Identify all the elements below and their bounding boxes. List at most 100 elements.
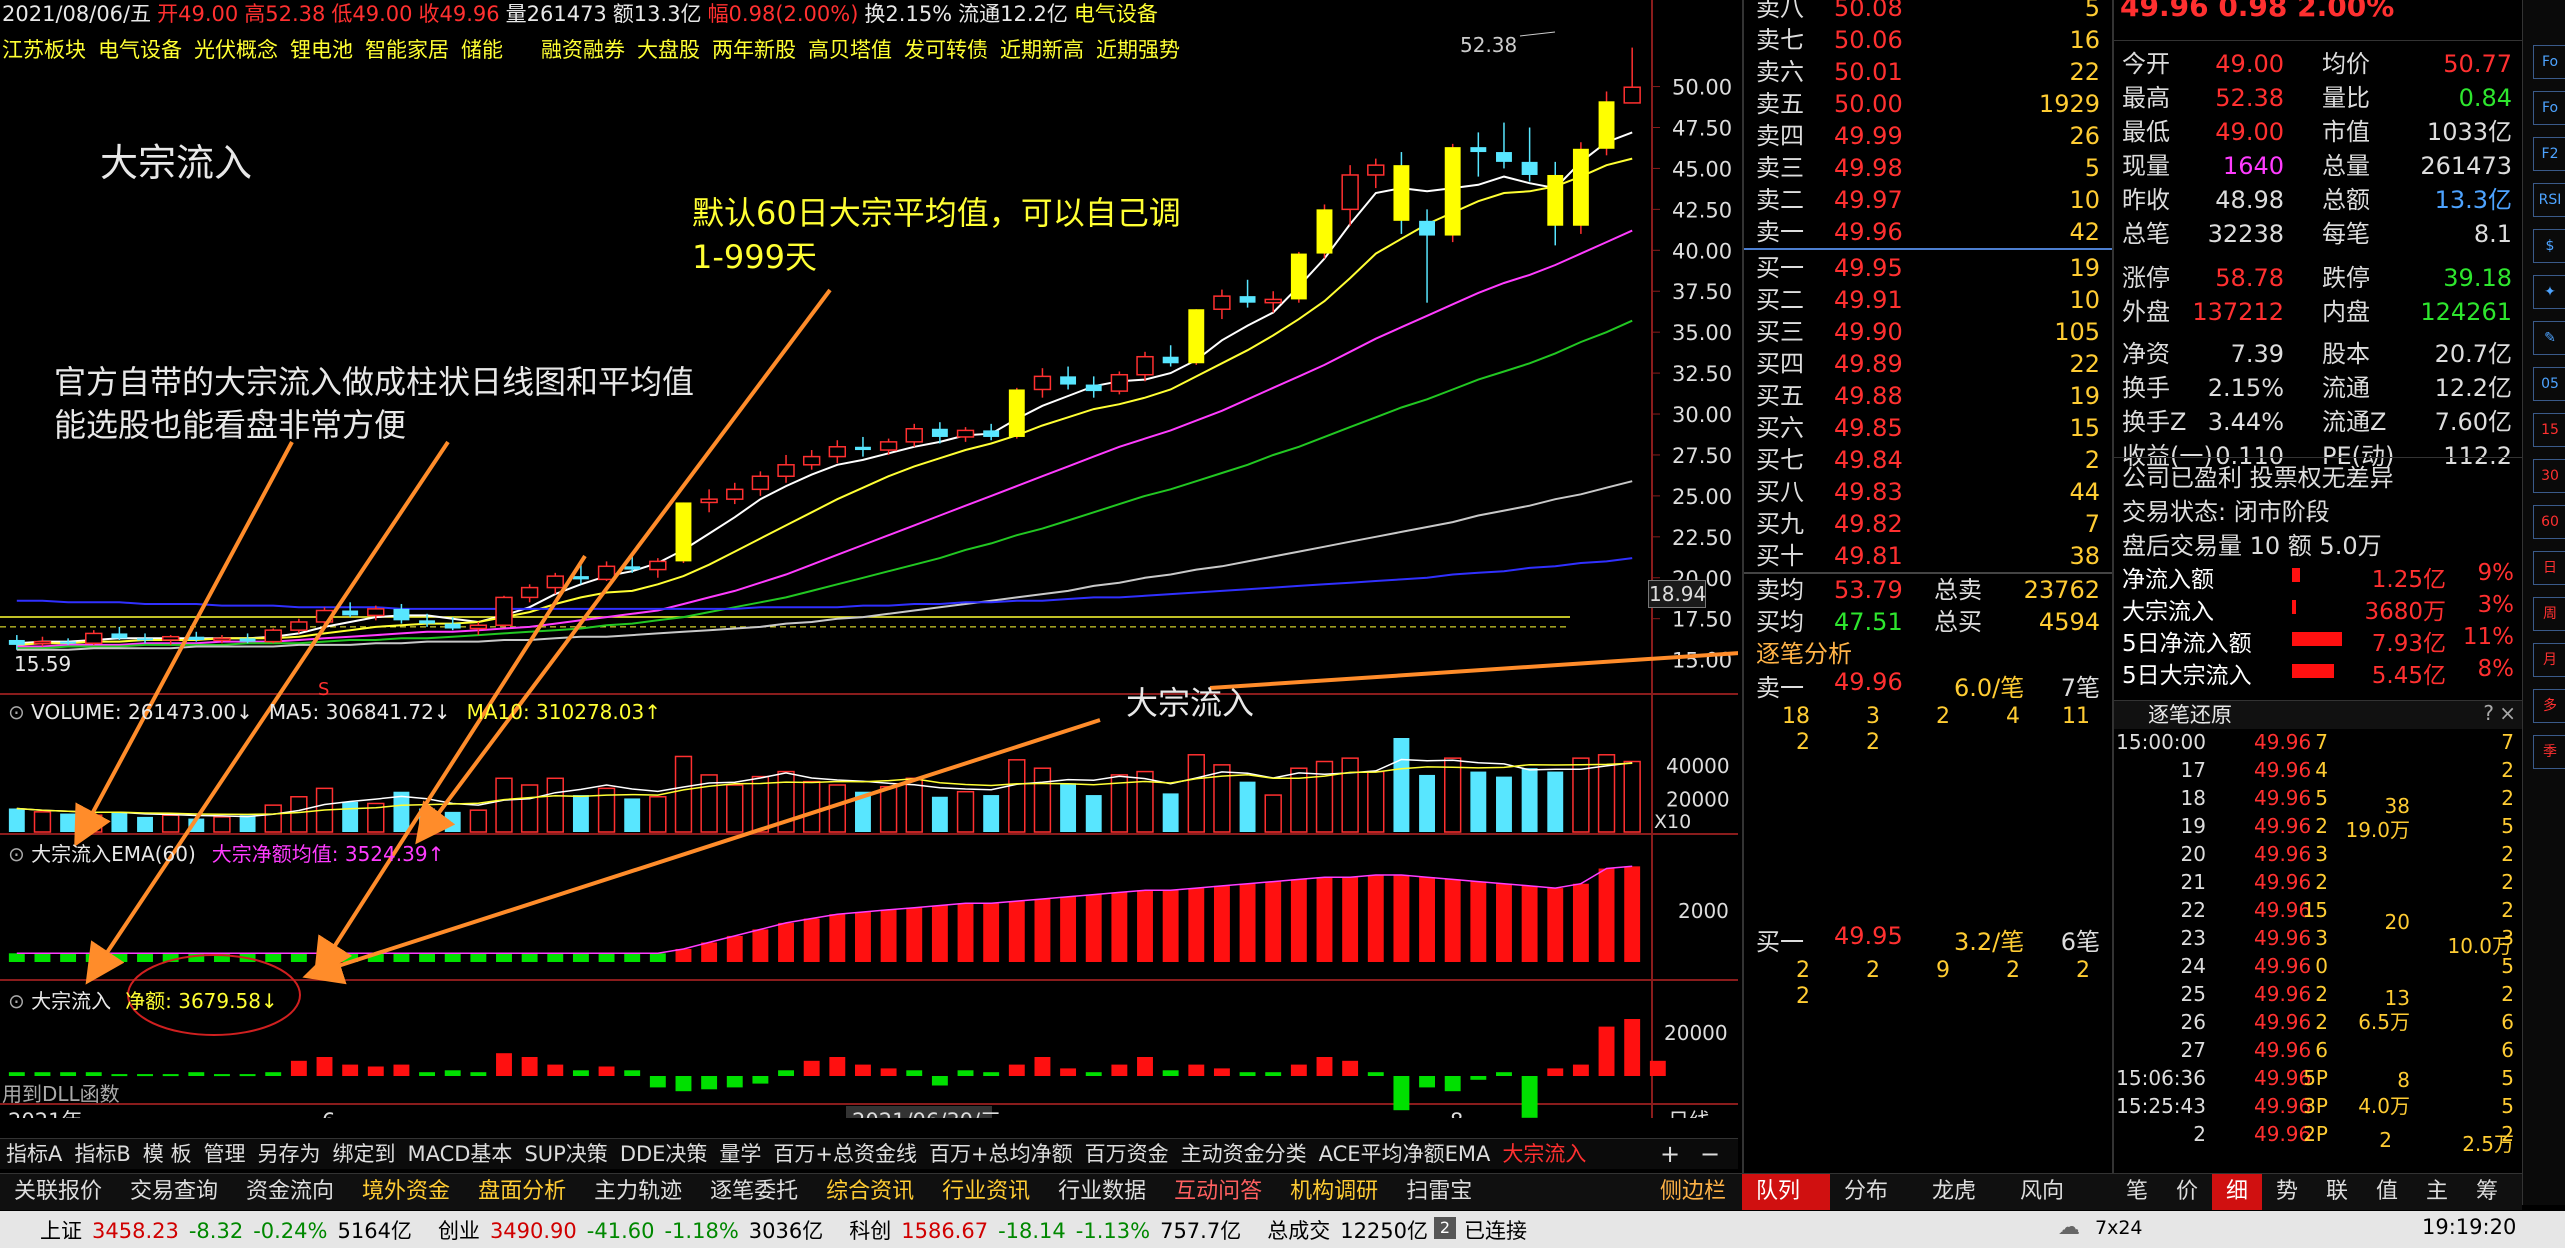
level-price: 49.82 bbox=[1834, 510, 1903, 538]
tool-icon[interactable]: $ bbox=[2533, 229, 2565, 263]
bottom-tab[interactable]: 资金流向 bbox=[232, 1174, 348, 1210]
tool-icon[interactable]: 月 bbox=[2533, 643, 2565, 677]
order-book-row[interactable]: 买十 49.81 38 bbox=[1744, 540, 2112, 572]
net-bar bbox=[778, 1070, 794, 1076]
close-icon[interactable]: × bbox=[2499, 701, 2516, 725]
tool-icon[interactable]: Fo bbox=[2533, 91, 2565, 125]
queue-price: 49.96 bbox=[1834, 668, 1903, 696]
bottom-tab[interactable]: 综合资讯 bbox=[812, 1174, 928, 1210]
indicator-tab[interactable]: 管理 bbox=[197, 1139, 251, 1169]
indicator-tab[interactable]: 百万+总资金线 bbox=[767, 1139, 923, 1169]
tick-panel-title[interactable]: 逐笔还原 bbox=[2148, 701, 2232, 729]
indicator-tab[interactable]: SUP决策 bbox=[518, 1139, 613, 1169]
order-book-row[interactable]: 买四 49.89 22 bbox=[1744, 348, 2112, 380]
tool-icon[interactable]: ✦ bbox=[2533, 275, 2565, 309]
tool-icon[interactable]: Fo bbox=[2533, 45, 2565, 79]
order-book-row[interactable]: 买七 49.84 2 bbox=[1744, 444, 2112, 476]
order-book-row[interactable]: 买八 49.83 44 bbox=[1744, 476, 2112, 508]
bottom-tab[interactable]: 关联报价 bbox=[0, 1174, 116, 1210]
kline-chart[interactable]: 2021/08/06/五 开49.00 高52.38 低49.00 收49.96 量261… bbox=[0, 0, 1738, 1118]
info-tab[interactable]: 势 bbox=[2262, 1174, 2312, 1210]
indicator-tab[interactable]: ACE平均净额EMA bbox=[1313, 1139, 1497, 1169]
chart-canvas[interactable]: 50.00 47.50 45.00 42.50 40.00 37.50 35.00 32.50… bbox=[0, 0, 1738, 1118]
order-book-row[interactable]: 卖七 50.06 16 bbox=[1744, 24, 2112, 56]
bottom-tab[interactable]: 交易查询 bbox=[116, 1174, 232, 1210]
order-book-row[interactable]: 卖二 49.97 10 bbox=[1744, 184, 2112, 216]
tool-icon[interactable]: 周 bbox=[2533, 597, 2565, 631]
order-book-row[interactable]: 买一 49.95 19 bbox=[1744, 252, 2112, 284]
tab-add-button[interactable]: + bbox=[1660, 1139, 1680, 1169]
order-book-row[interactable]: 买五 49.88 19 bbox=[1744, 380, 2112, 412]
depth-tab[interactable]: 龙虎 bbox=[1918, 1174, 2006, 1210]
indicator-tab[interactable]: MACD基本 bbox=[401, 1139, 518, 1169]
tool-icon[interactable]: 15 bbox=[2533, 413, 2565, 447]
indicator-tab[interactable]: 百万资金 bbox=[1079, 1139, 1175, 1169]
tool-icon[interactable]: 05 bbox=[2533, 367, 2565, 401]
queue-per: 6.0/笔 bbox=[1954, 674, 2025, 702]
tool-icon[interactable]: 60 bbox=[2533, 505, 2565, 539]
info-tab[interactable]: 联 bbox=[2312, 1174, 2362, 1210]
net-bar bbox=[1598, 1026, 1615, 1076]
net-bar bbox=[675, 1076, 692, 1092]
cloud-icon[interactable]: ☁ bbox=[2058, 1215, 2080, 1240]
bottom-tab[interactable]: 逐笔委托 bbox=[696, 1174, 812, 1210]
info-tab[interactable]: 细 bbox=[2212, 1174, 2262, 1210]
level-label: 买六 bbox=[1756, 414, 1804, 442]
help-icon[interactable]: ? bbox=[2483, 701, 2494, 725]
tool-icon[interactable]: 多 bbox=[2533, 689, 2565, 723]
indicator-tab[interactable]: 百万+总均净额 bbox=[923, 1139, 1079, 1169]
tab-remove-button[interactable]: − bbox=[1700, 1139, 1720, 1169]
order-book-row[interactable]: 卖六 50.01 22 bbox=[1744, 56, 2112, 88]
indicator-tab[interactable]: 模 板 bbox=[137, 1139, 198, 1169]
order-analysis-title[interactable]: 逐笔分析 bbox=[1756, 634, 1852, 669]
bottom-tab[interactable]: 主力轨迹 bbox=[580, 1174, 696, 1210]
info-tab[interactable]: 价 bbox=[2162, 1174, 2212, 1210]
bottom-tab[interactable]: 互动问答 bbox=[1160, 1174, 1276, 1210]
info-tab[interactable]: 主 bbox=[2412, 1174, 2462, 1210]
indicator-tab[interactable]: 另存为 bbox=[251, 1139, 326, 1169]
order-book-row[interactable]: 卖三 49.98 5 bbox=[1744, 152, 2112, 184]
indicator-tab[interactable]: 主动资金分类 bbox=[1175, 1139, 1313, 1169]
tick-volume2: 7 bbox=[2501, 730, 2514, 754]
depth-tab[interactable]: 分布 bbox=[1830, 1174, 1918, 1210]
bottom-tab[interactable]: 盘面分析 bbox=[464, 1174, 580, 1210]
bottom-tab[interactable]: 行业数据 bbox=[1044, 1174, 1160, 1210]
tick-volume: 5 bbox=[2315, 786, 2328, 810]
order-book-row[interactable]: 买六 49.85 15 bbox=[1744, 412, 2112, 444]
info-tab[interactable]: 笔 bbox=[2112, 1174, 2162, 1210]
order-book-row[interactable]: 买三 49.90 105 bbox=[1744, 316, 2112, 348]
tool-icon[interactable]: 季 bbox=[2533, 735, 2565, 769]
order-book-row[interactable]: 买九 49.82 7 bbox=[1744, 508, 2112, 540]
flow-value: 1.25亿 bbox=[2371, 567, 2446, 593]
order-book-row[interactable]: 卖四 49.99 26 bbox=[1744, 120, 2112, 152]
indicator-tab[interactable]: 大宗流入 bbox=[1496, 1139, 1592, 1169]
indicator-tab[interactable]: 量学 bbox=[713, 1139, 767, 1169]
order-book-row[interactable]: 卖八 50.08 5 bbox=[1744, 0, 2112, 24]
bottom-tab[interactable]: 境外资金 bbox=[348, 1174, 464, 1210]
bottom-tab[interactable]: 扫雷宝 bbox=[1392, 1174, 1486, 1210]
depth-tab[interactable]: 队列 bbox=[1742, 1174, 1830, 1210]
bottom-tab[interactable]: 机构调研 bbox=[1276, 1174, 1392, 1210]
info-tab[interactable]: 筹 bbox=[2462, 1174, 2512, 1210]
depth-tab[interactable]: 风向 bbox=[2006, 1174, 2094, 1210]
tool-icon[interactable]: F2 bbox=[2533, 137, 2565, 171]
indicator-tab[interactable]: DDE决策 bbox=[614, 1139, 714, 1169]
tool-icon[interactable]: 日 bbox=[2533, 551, 2565, 585]
info-tab[interactable]: 值 bbox=[2362, 1174, 2412, 1210]
candle-body bbox=[828, 446, 847, 458]
tool-icon[interactable]: RSI bbox=[2533, 183, 2565, 217]
indicator-tab[interactable]: 绑定到 bbox=[326, 1139, 401, 1169]
level-price: 49.88 bbox=[1834, 382, 1903, 410]
order-book-row[interactable]: 买二 49.91 10 bbox=[1744, 284, 2112, 316]
flow-label: 5日净流入额 bbox=[2122, 631, 2252, 657]
tool-icon[interactable]: 30 bbox=[2533, 459, 2565, 493]
news-7x24-label[interactable]: 7x24 bbox=[2095, 1217, 2143, 1239]
level-volume: 1929 bbox=[2038, 90, 2100, 118]
indicator-tab[interactable]: 指标A bbox=[0, 1139, 68, 1169]
side-panel-tab[interactable]: 侧边栏 bbox=[1660, 1174, 1726, 1210]
tool-icon[interactable]: ✎ bbox=[2533, 321, 2565, 355]
order-book-row[interactable]: 卖五 50.00 1929 bbox=[1744, 88, 2112, 120]
order-book-row[interactable]: 卖一 49.96 42 bbox=[1744, 216, 2112, 248]
indicator-tab[interactable]: 指标B bbox=[68, 1139, 136, 1169]
bottom-tab[interactable]: 行业资讯 bbox=[928, 1174, 1044, 1210]
